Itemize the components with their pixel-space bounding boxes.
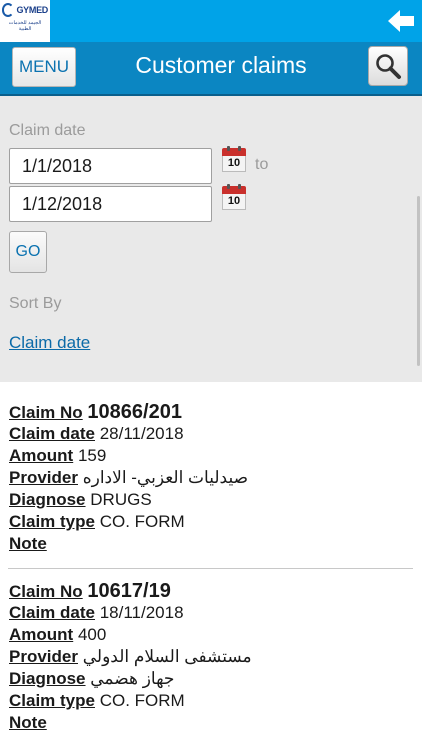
note-row: Note bbox=[9, 534, 47, 553]
claim-date-row: Claim date 18/11/2018 bbox=[9, 603, 184, 622]
claim-no-value: 10866/201 bbox=[87, 401, 182, 423]
amount-value: 400 bbox=[77, 625, 107, 644]
filter-panel: Claim date 1/1/2018 10 to 1/12/2018 10 G… bbox=[0, 96, 422, 382]
logo-swirl-icon bbox=[2, 3, 15, 17]
to-date-calendar-icon[interactable]: 10 bbox=[222, 184, 246, 210]
page-title: Customer claims bbox=[135, 52, 307, 78]
claim-type-row: Claim type CO. FORM bbox=[9, 512, 185, 531]
claim-date-row: Claim date 28/11/2018 bbox=[9, 424, 184, 443]
back-arrow-icon[interactable] bbox=[386, 6, 416, 36]
amount-value: 159 bbox=[77, 446, 107, 465]
logo-tagline: الجيمد للخدمات الطبية bbox=[8, 20, 42, 32]
claim-card[interactable]: Claim No 10866/201 Claim date 28/11/2018… bbox=[9, 401, 413, 555]
claim-type-value: CO. FORM bbox=[99, 512, 185, 531]
diagnose-value: جهاز هضمي bbox=[90, 669, 175, 688]
to-date-input[interactable]: 1/12/2018 bbox=[9, 186, 212, 222]
provider-row: Provider مستشفى السلام الدولي bbox=[9, 647, 252, 666]
menu-button[interactable]: MENU bbox=[12, 47, 76, 87]
sort-by-label: Sort By bbox=[9, 295, 62, 312]
provider-value: صيدليات العزبي- الاداره bbox=[82, 468, 249, 487]
claim-date-value: 28/11/2018 bbox=[99, 424, 184, 443]
claim-no-row: Claim No 10866/201 bbox=[9, 401, 182, 423]
sort-claim-date-link[interactable]: Claim date bbox=[9, 333, 90, 353]
logo-brand: GYMED bbox=[16, 5, 48, 15]
provider-value: مستشفى السلام الدولي bbox=[82, 647, 252, 666]
diagnose-row: Diagnose DRUGS bbox=[9, 490, 152, 509]
provider-row: Provider صيدليات العزبي- الاداره bbox=[9, 468, 249, 487]
gymed-logo: GYMED الجيمد للخدمات الطبية bbox=[0, 0, 50, 42]
amount-row: Amount 400 bbox=[9, 625, 107, 644]
amount-row: Amount 159 bbox=[9, 446, 107, 465]
go-button[interactable]: GO bbox=[9, 231, 47, 273]
diagnose-row: Diagnose جهاز هضمي bbox=[9, 669, 175, 688]
claim-date-value: 18/11/2018 bbox=[99, 603, 184, 622]
diagnose-value: DRUGS bbox=[90, 490, 152, 509]
claim-type-row: Claim type CO. FORM bbox=[9, 691, 185, 710]
claim-type-value: CO. FORM bbox=[99, 691, 185, 710]
note-row: Note bbox=[9, 713, 47, 732]
claim-no-row: Claim No 10617/19 bbox=[9, 580, 171, 602]
claim-divider bbox=[8, 568, 413, 569]
top-bar: GYMED الجيمد للخدمات الطبية bbox=[0, 0, 422, 42]
claim-card[interactable]: Claim No 10617/19 Claim date 18/11/2018 … bbox=[9, 580, 413, 734]
from-date-calendar-icon[interactable]: 10 bbox=[222, 146, 246, 172]
scrollbar[interactable] bbox=[417, 196, 420, 366]
claim-date-filter-label: Claim date bbox=[9, 122, 86, 139]
from-date-input[interactable]: 1/1/2018 bbox=[9, 148, 212, 184]
page-header: MENU Customer claims bbox=[0, 42, 422, 96]
claim-no-value: 10617/19 bbox=[87, 580, 171, 602]
search-button[interactable] bbox=[368, 46, 408, 86]
to-label: to bbox=[255, 156, 269, 173]
search-icon bbox=[376, 54, 401, 79]
